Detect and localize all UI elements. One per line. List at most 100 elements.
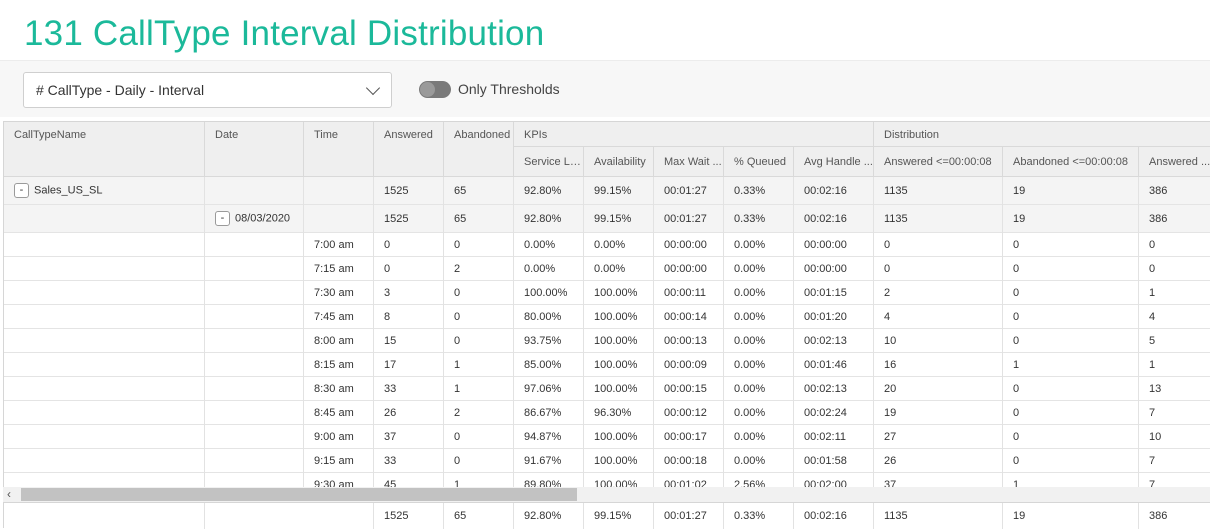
- cell-answered-le8: 0: [884, 239, 891, 251]
- header-answered[interactable]: Answered: [374, 122, 444, 177]
- cell-avg-handle: 00:02:13: [804, 335, 847, 347]
- cell-time: 8:15 am: [314, 359, 354, 371]
- cell-abandoned-le8: 1: [1013, 359, 1020, 371]
- cell-answered-more: 10: [1149, 431, 1162, 443]
- data-grid: CallTypeName Date Time Answered Abandone…: [3, 121, 1210, 528]
- column-divider: [303, 177, 304, 528]
- collapse-date-button[interactable]: -: [215, 211, 230, 226]
- cell-availability: 100.00%: [594, 287, 638, 299]
- horizontal-scrollbar[interactable]: ‹: [3, 487, 1210, 502]
- cell-max-wait: 00:00:12: [664, 407, 707, 419]
- cell-abandoned: 2: [454, 263, 461, 275]
- table-row: 8:15 am 17 1 85.00% 100.00% 00:00:09 0.00% 00:0…: [4, 353, 1210, 377]
- cell-time: 7:30 am: [314, 287, 354, 299]
- header-abandoned[interactable]: Abandoned: [444, 122, 514, 177]
- header-date[interactable]: Date: [205, 122, 304, 177]
- cell-time: 7:45 am: [314, 311, 354, 323]
- cell-pct-queued: 0.00%: [734, 239, 766, 251]
- header-max-wait[interactable]: Max Wait ...: [654, 147, 724, 177]
- cell-pct-queued: 0.00%: [734, 335, 766, 347]
- cell-availability: 0.00%: [594, 239, 626, 251]
- cell-pct-queued: 0.00%: [734, 383, 766, 395]
- cell-service-level: 0.00%: [524, 263, 556, 275]
- group-answered-more: 386: [1149, 185, 1168, 197]
- date-answered-le8: 1135: [884, 213, 908, 225]
- header-time[interactable]: Time: [304, 122, 374, 177]
- cell-avg-handle: 00:01:46: [804, 359, 847, 371]
- collapse-group-button[interactable]: -: [14, 183, 29, 198]
- cell-answered-more: 4: [1149, 311, 1156, 323]
- cell-pct-queued: 0.00%: [734, 359, 766, 371]
- total-abandoned-le8: 19: [1013, 510, 1026, 522]
- date-value: 08/03/2020: [235, 212, 291, 225]
- header-answered-le8[interactable]: Answered <=00:00:08: [874, 147, 1003, 177]
- header-pct-queued[interactable]: % Queued: [724, 147, 794, 177]
- cell-avg-handle: 00:01:58: [804, 455, 847, 467]
- column-divider: [373, 177, 374, 528]
- scroll-thumb[interactable]: [21, 488, 577, 501]
- only-thresholds-label: Only Thresholds: [458, 81, 560, 97]
- totals-footer: 1525 65 92.80% 99.15% 00:01:27 0.33% 00:…: [3, 502, 1210, 529]
- column-divider: [1002, 177, 1003, 528]
- cell-avg-handle: 00:00:00: [804, 263, 847, 275]
- table-row: 8:00 am 15 0 93.75% 100.00% 00:00:13 0.00% 00:0…: [4, 329, 1210, 353]
- cell-abandoned-le8: 0: [1013, 407, 1020, 419]
- column-divider: [873, 177, 874, 528]
- only-thresholds-toggle[interactable]: [419, 81, 451, 98]
- group-answered-le8: 1135: [884, 185, 908, 197]
- cell-availability: 100.00%: [594, 311, 638, 323]
- scroll-left-icon[interactable]: ‹: [7, 487, 11, 502]
- cell-abandoned: 1: [454, 383, 461, 395]
- cell-answered-more: 13: [1149, 383, 1162, 395]
- group-max-wait: 00:01:27: [664, 185, 707, 197]
- cell-answered: 8: [384, 311, 391, 323]
- cell-time: 9:00 am: [314, 431, 354, 443]
- cell-time: 7:15 am: [314, 263, 354, 275]
- group-row: - Sales_US_SL 1525 65 92.80% 99.15% 00:01…: [4, 177, 1210, 205]
- cell-pct-queued: 0.00%: [734, 287, 766, 299]
- cell-pct-queued: 0.00%: [734, 455, 766, 467]
- cell-pct-queued: 0.00%: [734, 311, 766, 323]
- total-answered-le8: 1135: [884, 510, 908, 522]
- date-service-level: 92.80%: [524, 213, 562, 225]
- cell-avg-handle: 00:02:11: [804, 431, 847, 443]
- cell-avg-handle: 00:01:15: [804, 287, 847, 299]
- cell-service-level: 86.67%: [524, 407, 562, 419]
- cell-availability: 100.00%: [594, 359, 638, 371]
- cell-avg-handle: 00:02:13: [804, 383, 847, 395]
- header-availability[interactable]: Availability: [584, 147, 654, 177]
- total-answered: 1525: [384, 510, 409, 522]
- cell-abandoned-le8: 0: [1013, 335, 1020, 347]
- total-pct-queued: 0.33%: [734, 510, 766, 522]
- cell-answered-more: 7: [1149, 455, 1156, 467]
- cell-answered: 33: [384, 383, 397, 395]
- cell-max-wait: 00:00:13: [664, 335, 707, 347]
- column-divider: [723, 177, 724, 528]
- cell-avg-handle: 00:02:24: [804, 407, 847, 419]
- cell-abandoned: 0: [454, 287, 461, 299]
- header-abandoned-le8[interactable]: Abandoned <=00:00:08: [1003, 147, 1139, 177]
- cell-availability: 96.30%: [594, 407, 632, 419]
- cell-abandoned-le8: 0: [1013, 263, 1020, 275]
- cell-answered-more: 0: [1149, 239, 1156, 251]
- cell-time: 9:15 am: [314, 455, 354, 467]
- report-select[interactable]: # CallType - Daily - Interval: [23, 72, 392, 108]
- cell-time: 8:00 am: [314, 335, 354, 347]
- report-select-value: # CallType - Daily - Interval: [36, 82, 205, 98]
- cell-abandoned: 0: [454, 239, 461, 251]
- column-divider: [583, 177, 584, 528]
- header-service-level[interactable]: Service Le...: [514, 147, 584, 177]
- cell-answered: 37: [384, 431, 397, 443]
- cell-answered-le8: 20: [884, 383, 897, 395]
- chevron-down-icon: [365, 80, 381, 96]
- header-calltypename[interactable]: CallTypeName: [4, 122, 205, 177]
- date-pct-queued: 0.33%: [734, 213, 766, 225]
- cell-service-level: 85.00%: [524, 359, 562, 371]
- cell-answered-le8: 16: [884, 359, 897, 371]
- cell-abandoned: 0: [454, 311, 461, 323]
- total-abandoned: 65: [454, 510, 467, 522]
- header-avg-handle[interactable]: Avg Handle ...: [794, 147, 874, 177]
- cell-answered-more: 1: [1149, 359, 1156, 371]
- header-answered-more[interactable]: Answered ...: [1139, 147, 1210, 177]
- date-max-wait: 00:01:27: [664, 213, 707, 225]
